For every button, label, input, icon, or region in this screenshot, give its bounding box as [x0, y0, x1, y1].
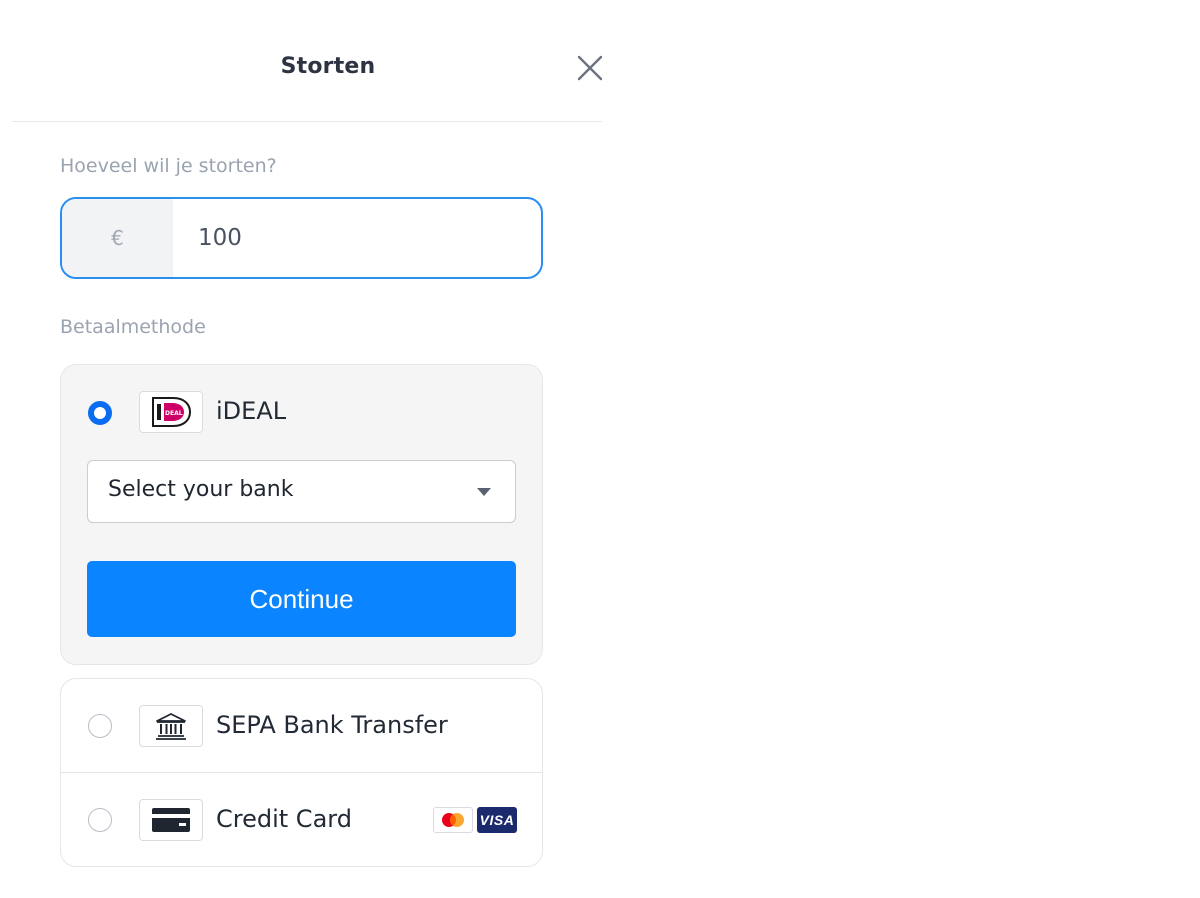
payment-method-ideal: DEAL iDEAL Select your bank Continue [60, 364, 543, 665]
card-label: Credit Card [216, 805, 352, 833]
payment-methods-other: SEPA Bank Transfer Credit Card VISA [60, 678, 543, 867]
mastercard-icon [433, 807, 473, 833]
currency-symbol: € [62, 199, 173, 277]
sepa-label: SEPA Bank Transfer [216, 711, 448, 739]
deposit-dialog: Storten Hoeveel wil je storten? € Betaal… [0, 0, 615, 898]
ideal-radio[interactable] [88, 401, 112, 425]
continue-button[interactable]: Continue [87, 561, 516, 637]
visa-icon: VISA [477, 807, 517, 833]
card-logo-box [139, 799, 203, 841]
bank-icon [156, 713, 186, 740]
ideal-logo-box: DEAL [139, 391, 203, 433]
amount-field: € [60, 197, 543, 279]
sepa-logo-box [139, 705, 203, 747]
dialog-title: Storten [280, 54, 376, 79]
card-radio[interactable] [88, 808, 112, 832]
credit-card-icon [152, 808, 190, 832]
ideal-label: iDEAL [216, 397, 287, 425]
svg-text:DEAL: DEAL [165, 410, 183, 417]
payment-method-card[interactable]: Credit Card VISA [61, 773, 542, 866]
payment-method-sepa[interactable]: SEPA Bank Transfer [61, 679, 542, 772]
bank-select-value: Select your bank [108, 477, 294, 502]
ideal-logo-icon: DEAL [152, 397, 192, 427]
amount-input[interactable] [173, 199, 541, 277]
amount-label: Hoeveel wil je storten? [60, 155, 277, 177]
sepa-radio[interactable] [88, 714, 112, 738]
dialog-header: Storten [12, 0, 603, 122]
close-button[interactable] [574, 52, 606, 84]
close-icon [577, 55, 603, 81]
payment-method-label: Betaalmethode [60, 316, 206, 338]
caret-down-icon [477, 488, 491, 496]
bank-select[interactable]: Select your bank [87, 460, 516, 523]
